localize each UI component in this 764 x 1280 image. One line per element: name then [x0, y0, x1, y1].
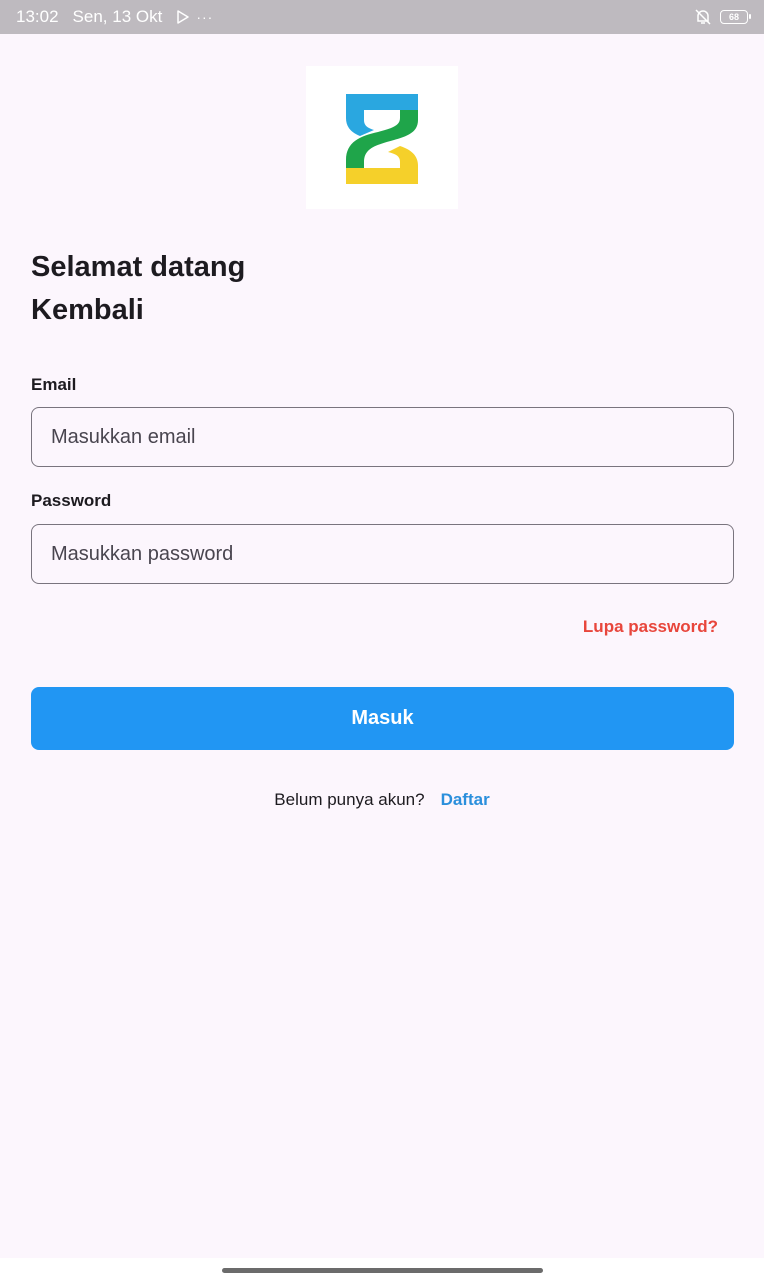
battery-level: 68 — [728, 12, 739, 22]
app-logo — [306, 66, 458, 209]
bell-muted-icon — [695, 9, 711, 25]
status-time: 13:02 — [16, 7, 59, 26]
home-indicator[interactable] — [222, 1268, 543, 1273]
welcome-heading: Selamat datang Kembali — [31, 246, 245, 332]
email-input[interactable] — [31, 407, 734, 467]
status-date: Sen, 13 Okt — [72, 7, 163, 26]
status-bar: 13:02 Sen, 13 Okt ··· 68 — [0, 0, 764, 34]
email-label: Email — [31, 375, 77, 394]
password-input[interactable] — [31, 524, 734, 584]
register-prompt: Belum punya akun? — [274, 790, 425, 809]
register-link[interactable]: Daftar — [441, 790, 490, 810]
hourglass-logo-icon — [346, 93, 418, 184]
more-notifications-icon: ··· — [196, 9, 214, 25]
welcome-line-2: Kembali — [31, 294, 144, 326]
welcome-line-1: Selamat datang — [31, 251, 246, 283]
register-row: Belum punya akun? Daftar — [0, 790, 764, 810]
play-store-icon — [177, 10, 190, 24]
password-label: Password — [31, 491, 112, 510]
battery-icon: 68 — [720, 10, 751, 24]
login-button[interactable]: Masuk — [31, 687, 734, 750]
forgot-password-link[interactable]: Lupa password? — [583, 617, 718, 637]
